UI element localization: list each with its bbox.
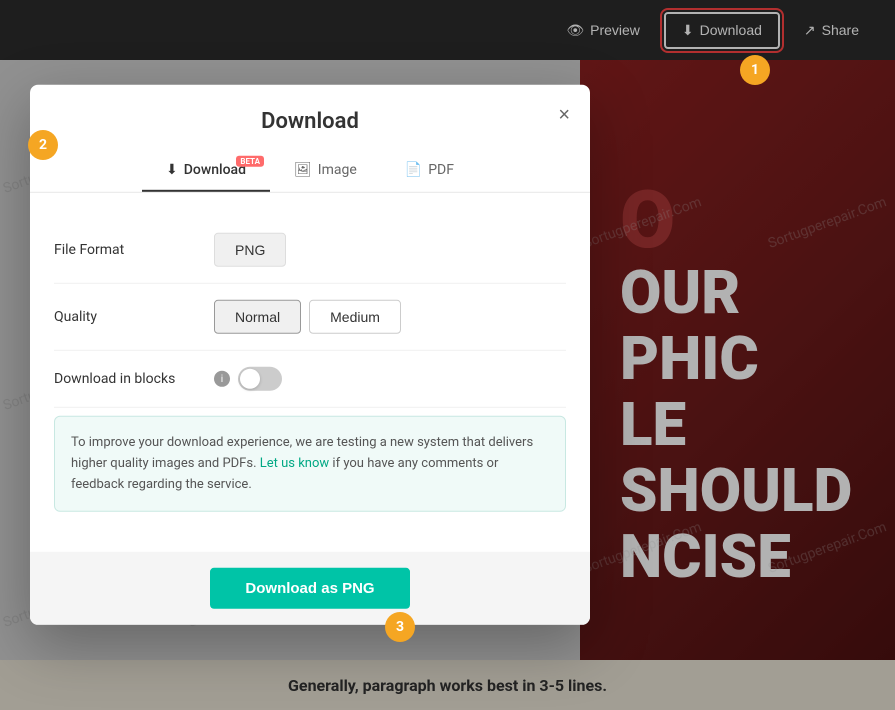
badge-3: 3 <box>385 612 415 642</box>
tab-image[interactable]: 🖼 Image <box>270 150 381 192</box>
download-blocks-toggle[interactable] <box>238 367 282 391</box>
info-icon[interactable]: i <box>214 371 230 387</box>
file-format-label: File Format <box>54 242 214 258</box>
dialog-footer: Download as PNG <box>30 552 590 625</box>
download-blocks-label: Download in blocks <box>54 371 214 387</box>
dialog-header: Download × ⬇ Download BETA 🖼 Image 📄 PDF <box>30 85 590 193</box>
dialog-body: File Format PNG Quality Normal Medium Do… <box>30 193 590 552</box>
file-format-row: File Format PNG <box>54 217 566 284</box>
download-blocks-row: Download in blocks i <box>54 351 566 408</box>
let-us-know-link[interactable]: Let us know <box>260 456 329 471</box>
pdf-tab-icon: 📄 <box>405 162 422 178</box>
format-png-button[interactable]: PNG <box>214 233 286 267</box>
file-format-control: PNG <box>214 233 566 267</box>
dialog-tabs: ⬇ Download BETA 🖼 Image 📄 PDF <box>54 150 566 192</box>
download-blocks-control: i <box>214 367 566 391</box>
image-tab-label: Image <box>318 162 357 178</box>
badge-1: 1 <box>740 55 770 85</box>
image-tab-icon: 🖼 <box>294 162 312 178</box>
dialog-title: Download <box>54 109 566 134</box>
badge-2: 2 <box>28 130 58 160</box>
tab-pdf[interactable]: 📄 PDF <box>381 150 478 192</box>
quality-row: Quality Normal Medium <box>54 284 566 351</box>
quality-normal-button[interactable]: Normal <box>214 300 301 334</box>
pdf-tab-label: PDF <box>428 162 454 178</box>
beta-badge: BETA <box>236 156 264 167</box>
quality-medium-button[interactable]: Medium <box>309 300 401 334</box>
quality-control: Normal Medium <box>214 300 566 334</box>
quality-label: Quality <box>54 309 214 325</box>
tab-download[interactable]: ⬇ Download BETA <box>142 150 270 192</box>
download-tab-icon: ⬇ <box>166 162 178 178</box>
info-box: To improve your download experience, we … <box>54 416 566 512</box>
close-button[interactable]: × <box>558 105 570 125</box>
download-as-png-button[interactable]: Download as PNG <box>210 568 410 609</box>
download-dialog: Download × ⬇ Download BETA 🖼 Image 📄 PDF… <box>30 85 590 625</box>
toggle-wrapper: i <box>214 367 282 391</box>
